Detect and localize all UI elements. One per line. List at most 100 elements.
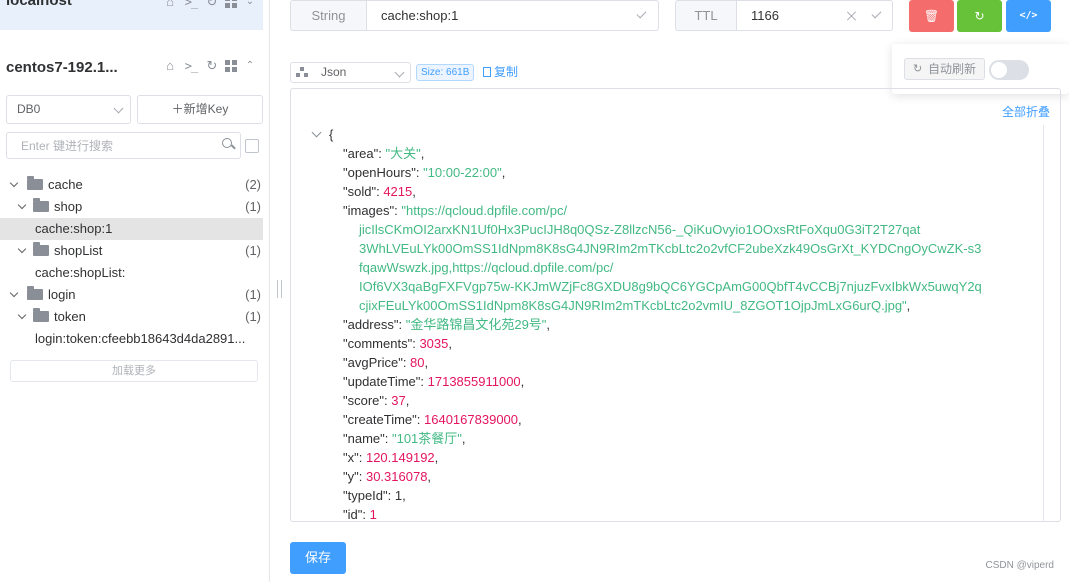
auto-refresh-button[interactable]: ↻ 自动刷新 (904, 58, 985, 80)
chevron-down-icon[interactable] (311, 127, 322, 138)
json-line: "score": 37, (343, 393, 410, 408)
tree-key[interactable]: login:token:cfeebb18643d4da2891... (0, 328, 263, 350)
tree-folder-shopList[interactable]: shopList (1) (0, 240, 263, 262)
tree-folder-login[interactable]: login (1) (0, 284, 263, 306)
grid-icon[interactable] (225, 0, 237, 8)
tree-label: login (48, 287, 76, 302)
chevron-down-icon[interactable] (9, 288, 19, 298)
json-value: "101茶餐厅" (391, 431, 462, 446)
search-icon[interactable] (221, 137, 235, 151)
json-value: fqawWswzk.jpg,https://qcloud.dpfile.com/… (359, 260, 614, 275)
chevron-up-icon[interactable]: ⌃ (243, 59, 257, 73)
chevron-down-icon[interactable]: ⌄ (243, 0, 257, 9)
json-line: 3WhLVEuLYk00OmSS1IdNpm8K8sG4JN9RIm2mTKcb… (291, 239, 1031, 258)
home-icon[interactable]: ⌂ (163, 0, 177, 9)
json-punct: , (501, 165, 506, 180)
chevron-down-icon[interactable] (17, 310, 27, 320)
json-value: 3035 (419, 336, 449, 351)
json-line: "createTime": 1640167839000, (343, 412, 522, 427)
tree-folder-token[interactable]: token (1) (0, 306, 263, 328)
tree-label: cache (48, 177, 83, 192)
dump-command-button[interactable]: </> (1006, 0, 1051, 32)
json-key: "name" (343, 431, 385, 446)
key-name-input[interactable]: cache:shop:1 (366, 0, 659, 31)
auto-refresh-toggle[interactable] (989, 60, 1029, 80)
clear-icon[interactable] (847, 11, 857, 21)
key-type-tag: String (290, 0, 366, 31)
tree-key[interactable]: cache:shopList: (0, 262, 263, 284)
delete-key-button[interactable]: 🗑 (909, 0, 954, 32)
connection-localhost[interactable]: localhost ⌂ >_ ↻ ⌄ (0, 0, 263, 30)
json-value: 4215 (383, 184, 413, 199)
json-punct: , (427, 469, 432, 484)
connection-name: localhost (6, 0, 72, 9)
tree-icon (296, 67, 308, 77)
terminal-icon[interactable]: >_ (183, 59, 199, 73)
json-key: "x" (343, 450, 359, 465)
auto-refresh-popover: ↻ 自动刷新 (892, 44, 1069, 94)
json-value: 30.316078 (365, 469, 428, 484)
json-line: "area": "大关", (343, 146, 425, 161)
json-value: cjixFEuLYk00OmSS1IdNpm8K8sG4JN9RIm2mTKcb… (359, 298, 907, 313)
json-line: "id": 1 (343, 507, 377, 522)
chevron-down-icon (394, 67, 405, 78)
json-punct: , (546, 317, 551, 332)
chevron-down-icon (113, 103, 124, 114)
pane-splitter[interactable] (277, 280, 282, 298)
tree-key-label: cache:shop:1 (35, 221, 113, 236)
terminal-icon[interactable]: >_ (183, 0, 199, 9)
home-icon[interactable]: ⌂ (163, 59, 177, 73)
json-punct: , (518, 412, 522, 427)
json-value: 80 (410, 355, 425, 370)
json-key: "images" (343, 203, 395, 218)
json-line: cjixFEuLYk00OmSS1IdNpm8K8sG4JN9RIm2mTKcb… (291, 296, 1031, 315)
json-key: "score" (343, 393, 385, 408)
db-select[interactable]: DB0 (6, 95, 131, 124)
chevron-down-icon[interactable] (17, 244, 27, 254)
grid-icon[interactable] (225, 60, 237, 72)
json-line: "name": "101茶餐厅", (343, 431, 466, 446)
key-tree: cache (2) shop (1) cache:shop:1 shopList (1) ca… (0, 174, 263, 350)
exact-search-checkbox[interactable] (245, 139, 259, 153)
copy-link[interactable]: 复制 (483, 64, 518, 81)
ttl-input[interactable]: 1166 (736, 0, 893, 31)
json-punct: , (412, 184, 416, 199)
json-key: "avgPrice" (343, 355, 403, 370)
tree-count: (1) (245, 243, 261, 258)
auto-refresh-label: 自动刷新 (927, 62, 976, 76)
connection-name: centos7-192.1... (6, 59, 118, 76)
save-button[interactable]: 保存 (290, 542, 346, 574)
refresh-icon[interactable]: ↻ (205, 0, 219, 9)
check-icon[interactable] (636, 8, 647, 19)
new-key-button[interactable]: ＋新增Key (137, 95, 263, 124)
chevron-down-icon[interactable] (9, 178, 19, 188)
tree-label: token (54, 309, 86, 324)
load-more-button[interactable]: 加载更多 (10, 360, 258, 382)
refresh-key-button[interactable]: ↻ (957, 0, 1002, 32)
viewer-scrollbar[interactable] (1043, 125, 1044, 521)
json-line: fqawWswzk.jpg,https://qcloud.dpfile.com/… (291, 258, 1031, 277)
collapse-all-link[interactable]: 全部折叠 (1002, 103, 1050, 120)
check-icon[interactable] (871, 8, 882, 19)
key-search-input[interactable] (6, 132, 241, 159)
new-key-label: 新增Key (183, 102, 229, 116)
connection-centos7[interactable]: centos7-192.1... ⌂ >_ ↻ ⌃ (0, 56, 263, 82)
json-line: "images": "https://qcloud.dpfile.com/pc/ (343, 203, 568, 218)
json-key: "id" (343, 507, 363, 522)
sidebar: localhost ⌂ >_ ↻ ⌄ centos7-192.1... ⌂ >_… (0, 0, 270, 582)
json-value: 120.149192 (365, 450, 435, 465)
plus-icon: ＋ (171, 102, 184, 116)
tree-key-label: login:token:cfeebb18643d4da2891... (35, 331, 246, 346)
refresh-icon[interactable]: ↻ (205, 59, 219, 73)
format-select[interactable]: Json (290, 62, 411, 83)
tree-folder-cache[interactable]: cache (2) (0, 174, 263, 196)
chevron-down-icon[interactable] (17, 200, 27, 210)
folder-open-icon (27, 176, 43, 190)
copy-icon (483, 67, 491, 77)
json-key: "y" (343, 469, 359, 484)
json-viewer[interactable]: 全部折叠 {"area": "大关", "openHours": "10:00-2… (290, 88, 1061, 522)
trash-icon: 🗑 (923, 9, 940, 23)
copy-label: 复制 (494, 65, 519, 79)
tree-folder-shop[interactable]: shop (1) (0, 196, 263, 218)
tree-key[interactable]: cache:shop:1 (0, 218, 263, 240)
